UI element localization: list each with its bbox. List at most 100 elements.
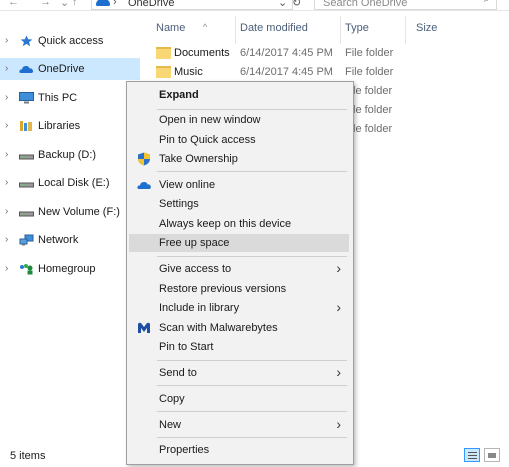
nav-item-onedrive[interactable]: › OneDrive [0, 58, 140, 80]
column-divider[interactable] [405, 16, 406, 44]
cloud-icon [19, 66, 34, 73]
menu-item-restore-versions[interactable]: Restore previous versions [129, 280, 349, 298]
malwarebytes-icon [138, 322, 150, 333]
item-count: 5 items [10, 450, 46, 462]
menu-item-scan-malwarebytes[interactable]: Scan with Malwarebytes [129, 319, 349, 337]
address-toolbar: ← → ⌄ ↑ › OneDrive ⌄ ↻ Search OneDrive ⌕ [0, 0, 509, 11]
nav-label: OneDrive [38, 63, 85, 75]
file-type: File folder [345, 47, 394, 59]
folder-icon [156, 47, 171, 59]
expand-chevron-icon[interactable]: › [5, 177, 8, 188]
file-row[interactable]: Music 6/14/2017 4:45 PM File folder [140, 63, 509, 82]
expand-chevron-icon[interactable]: › [5, 234, 8, 245]
forward-icon[interactable]: → [40, 0, 51, 8]
menu-item-label: Always keep on this device [159, 218, 292, 230]
expand-chevron-icon[interactable]: › [5, 120, 8, 131]
menu-item-settings[interactable]: Settings [129, 195, 349, 213]
breadcrumb-separator-icon: › [113, 0, 117, 8]
large-icons-view-icon[interactable] [484, 448, 500, 462]
menu-item-copy[interactable]: Copy [129, 390, 349, 408]
menu-item-view-online[interactable]: View online [129, 176, 349, 194]
navigation-pane: › Quick access › OneDrive › This PC › Li… [0, 11, 140, 441]
menu-item-label: Properties [159, 444, 210, 456]
menu-item-pin-start[interactable]: Pin to Start [129, 338, 349, 356]
menu-item-new[interactable]: New › [129, 416, 349, 434]
menu-item-label: View online [159, 179, 216, 191]
search-icon: ⌕ [484, 0, 490, 6]
file-row[interactable]: Documents 6/14/2017 4:45 PM File folder [140, 44, 509, 63]
column-label: Type [345, 22, 369, 34]
file-type: le folder [353, 123, 393, 135]
nav-item-new-volume-f[interactable]: › New Volume (F:) [0, 201, 140, 223]
libraries-icon [20, 121, 32, 131]
file-type: File folder [345, 66, 394, 78]
nav-label: Libraries [38, 120, 81, 132]
nav-item-backup-d[interactable]: › Backup (D:) [0, 144, 140, 166]
folder-icon [156, 66, 171, 78]
file-type: le folder [353, 85, 393, 97]
menu-item-label: Free up space [159, 237, 230, 249]
menu-item-always-keep[interactable]: Always keep on this device [129, 215, 349, 233]
nav-item-network[interactable]: › Network [0, 229, 140, 251]
expand-chevron-icon[interactable]: › [5, 206, 8, 217]
column-divider[interactable] [340, 16, 341, 44]
sort-ascending-icon: ^ [203, 22, 208, 32]
file-name: Music [174, 66, 203, 78]
refresh-icon[interactable]: ↻ [292, 0, 301, 9]
menu-item-label: Send to [159, 367, 197, 379]
nav-label: Network [38, 234, 79, 246]
menu-item-expand[interactable]: Expand [129, 86, 349, 104]
address-location: OneDrive [128, 0, 175, 9]
menu-separator [157, 256, 347, 257]
drive-icon [19, 154, 34, 160]
expand-chevron-icon[interactable]: › [5, 149, 8, 160]
menu-separator [157, 109, 347, 110]
expand-chevron-icon[interactable]: › [5, 263, 8, 274]
recent-dropdown-icon[interactable]: ⌄ [60, 0, 69, 9]
up-icon[interactable]: ↑ [72, 0, 78, 8]
menu-item-label: New [159, 419, 182, 431]
menu-item-label: Copy [159, 393, 185, 405]
menu-item-free-up-space[interactable]: Free up space [129, 234, 349, 252]
menu-item-label: Expand [159, 89, 199, 101]
back-icon[interactable]: ← [8, 0, 19, 8]
address-bar[interactable]: › OneDrive [91, 0, 293, 10]
menu-item-take-ownership[interactable]: Take Ownership [129, 150, 349, 168]
context-menu: Expand Open in new window Pin to Quick a… [126, 81, 354, 465]
menu-item-label: Restore previous versions [159, 283, 287, 295]
nav-item-homegroup[interactable]: › Homegroup [0, 258, 140, 280]
search-placeholder: Search OneDrive [323, 0, 408, 9]
menu-item-include-library[interactable]: Include in library › [129, 299, 349, 317]
nav-item-libraries[interactable]: › Libraries [0, 115, 140, 137]
file-date: 6/14/2017 4:45 PM [240, 66, 333, 78]
menu-item-give-access[interactable]: Give access to › [129, 260, 349, 278]
menu-separator [157, 437, 347, 438]
star-icon [20, 35, 33, 47]
menu-item-pin-quick-access[interactable]: Pin to Quick access [129, 131, 349, 149]
expand-chevron-icon[interactable]: › [5, 35, 8, 46]
menu-item-properties[interactable]: Properties [129, 441, 349, 459]
uac-shield-icon [138, 152, 150, 166]
nav-item-quick-access[interactable]: › Quick access [0, 30, 140, 52]
menu-item-open-new-window[interactable]: Open in new window [129, 111, 349, 129]
submenu-arrow-icon: › [336, 299, 341, 315]
column-label: Date modified [240, 22, 308, 34]
menu-separator [157, 411, 347, 412]
menu-item-label: Scan with Malwarebytes [159, 322, 278, 334]
address-dropdown-icon[interactable]: ⌄ [278, 0, 287, 9]
menu-item-send-to[interactable]: Send to › [129, 364, 349, 382]
column-divider[interactable] [235, 16, 236, 44]
search-box[interactable]: Search OneDrive ⌕ [314, 0, 497, 10]
nav-label: Backup (D:) [38, 149, 97, 161]
onedrive-cloud-icon [96, 0, 110, 6]
details-view-icon[interactable] [464, 448, 480, 462]
expand-chevron-icon[interactable]: › [5, 92, 8, 103]
nav-label: Homegroup [38, 263, 96, 275]
nav-label: This PC [38, 92, 78, 104]
submenu-arrow-icon: › [336, 260, 341, 276]
onedrive-cloud-icon [137, 182, 151, 189]
nav-item-local-disk-e[interactable]: › Local Disk (E:) [0, 172, 140, 194]
nav-label: Local Disk (E:) [38, 177, 110, 189]
expand-chevron-icon[interactable]: › [5, 63, 8, 74]
nav-item-this-pc[interactable]: › This PC [0, 87, 140, 109]
